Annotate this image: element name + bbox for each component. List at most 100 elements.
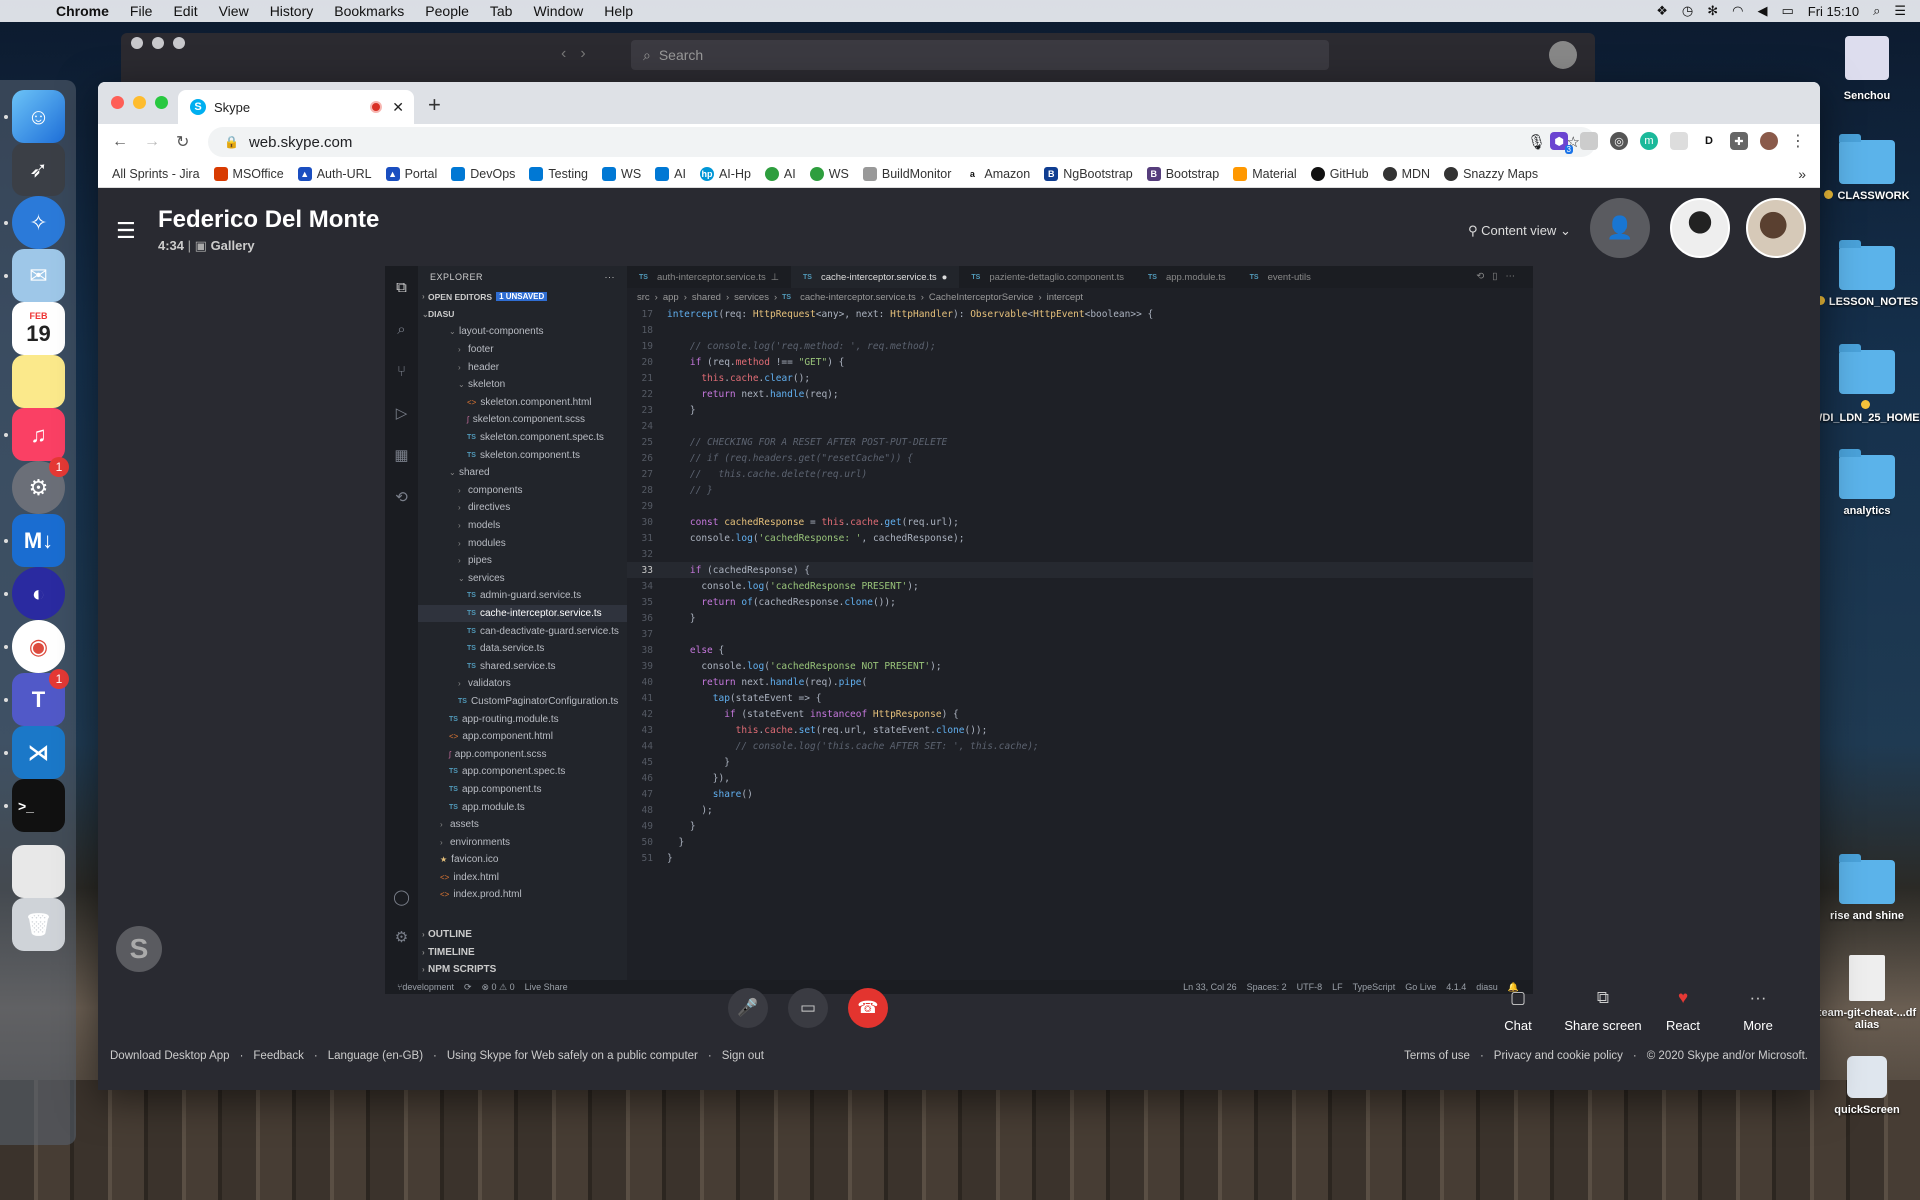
- debug-icon[interactable]: ▷: [385, 392, 418, 434]
- bookmark-ws[interactable]: WS: [602, 166, 641, 181]
- extension-icon[interactable]: [1670, 132, 1688, 150]
- file-tree-item[interactable]: TS skeleton.component.ts: [418, 446, 627, 464]
- menu-window[interactable]: Window: [533, 3, 583, 19]
- extension-icon[interactable]: m: [1640, 132, 1658, 150]
- desktop-folder-classwork[interactable]: CLASSWORK: [1812, 134, 1920, 202]
- chat-button[interactable]: ▢ Chat: [1493, 988, 1543, 1033]
- bookmark-bootstrap[interactable]: B Bootstrap: [1146, 166, 1219, 181]
- file-tree-item[interactable]: ★ favicon.ico: [418, 851, 627, 869]
- bookmark-amazon[interactable]: a Amazon: [965, 166, 1030, 181]
- file-tree-item[interactable]: ʃ app.component.scss: [418, 745, 627, 763]
- project-section[interactable]: ⌄ DIASU: [418, 306, 627, 324]
- bookmark-devops[interactable]: DevOps: [451, 166, 515, 181]
- file-tree-item[interactable]: <> skeleton.component.html: [418, 394, 627, 412]
- outline-section[interactable]: › OUTLINE: [418, 926, 627, 944]
- menu-history[interactable]: History: [270, 3, 314, 19]
- background-search-input[interactable]: ⌕ Search: [631, 40, 1329, 70]
- teams-icon[interactable]: T1: [12, 669, 69, 726]
- microphone-icon[interactable]: 🎙: [1527, 133, 1546, 151]
- bookmark-msoffice[interactable]: MSOffice: [213, 166, 284, 181]
- menu-help[interactable]: Help: [604, 3, 633, 19]
- search-icon[interactable]: ⌕: [385, 308, 418, 350]
- spotlight-icon[interactable]: ⌕: [1873, 3, 1880, 19]
- add-participant-button[interactable]: 👤: [1590, 198, 1650, 258]
- editor-tab[interactable]: TS app.module.ts: [1136, 266, 1238, 288]
- gear-icon[interactable]: ⚙: [385, 916, 418, 958]
- file-tree-item[interactable]: TS app-routing.module.ts: [418, 710, 627, 728]
- desktop-folder-analytics[interactable]: analytics: [1812, 449, 1920, 517]
- bluetooth-icon[interactable]: ✻: [1707, 3, 1718, 19]
- file-tree-item[interactable]: › header: [418, 358, 627, 376]
- file-tree-item[interactable]: TS app.component.ts: [418, 781, 627, 799]
- desktop-app-quickscreen[interactable]: quickScreen: [1812, 1056, 1920, 1116]
- more-bookmarks-icon[interactable]: »: [1798, 166, 1806, 182]
- menu-view[interactable]: View: [219, 3, 249, 19]
- file-tree-item[interactable]: ⌄ services: [418, 570, 627, 588]
- extension-icon[interactable]: [1580, 132, 1598, 150]
- launchpad-icon[interactable]: ➶: [12, 143, 65, 196]
- bookmark-jira[interactable]: All Sprints - Jira: [112, 167, 200, 181]
- participant-avatar[interactable]: [1746, 198, 1806, 258]
- menu-edit[interactable]: Edit: [173, 3, 197, 19]
- bookmark-github[interactable]: GitHub: [1310, 166, 1369, 181]
- profile-avatar[interactable]: [1760, 132, 1778, 150]
- documents-stack-icon[interactable]: [12, 845, 65, 898]
- vscode-icon[interactable]: ⋊: [12, 726, 65, 779]
- more-button[interactable]: ··· More: [1733, 988, 1783, 1033]
- file-tree-item[interactable]: <> app.component.html: [418, 728, 627, 746]
- file-tree-item[interactable]: › components: [418, 482, 627, 500]
- close-icon[interactable]: ✕: [392, 99, 404, 115]
- kebab-menu-icon[interactable]: ⋮: [1790, 131, 1806, 151]
- bookmark-ws-2[interactable]: WS: [809, 166, 849, 181]
- file-tree-item[interactable]: › environments: [418, 833, 627, 851]
- bookmark-testing[interactable]: Testing: [529, 166, 588, 181]
- source-control-icon[interactable]: ⑂: [385, 350, 418, 392]
- minimize-window-button[interactable]: [133, 96, 146, 109]
- notes-icon[interactable]: [12, 355, 65, 408]
- desktop-icon-senchou[interactable]: Senchou: [1812, 36, 1920, 102]
- dropbox-icon[interactable]: ❖: [1656, 3, 1668, 19]
- menubar-app-name[interactable]: Chrome: [56, 3, 109, 19]
- file-tree-item[interactable]: ⌄ layout-components: [418, 323, 627, 341]
- safari-icon[interactable]: ✧: [12, 196, 65, 249]
- code-editor[interactable]: 17 intercept (req: HttpRequest <any>, next:…: [627, 306, 1533, 980]
- video-off-button[interactable]: ▭: [788, 988, 828, 1028]
- open-editors-section[interactable]: › OPEN EDITORS 1 UNSAVED: [418, 288, 627, 306]
- bookmark-ai-2[interactable]: AI: [764, 166, 796, 181]
- time-machine-icon[interactable]: ◷: [1682, 3, 1693, 19]
- bookmark-buildmonitor[interactable]: BuildMonitor: [862, 166, 951, 181]
- system-preferences-icon[interactable]: ⚙ 1: [12, 457, 69, 514]
- bookmark-ai[interactable]: AI: [655, 166, 686, 181]
- menu-bookmarks[interactable]: Bookmarks: [334, 3, 404, 19]
- desktop-folder-lesson-notes[interactable]: LESSON_NOTES: [1812, 240, 1920, 308]
- nav-arrows-icon[interactable]: ‹›: [561, 45, 600, 63]
- file-tree-item[interactable]: TS can-deactivate-guard.service.ts: [418, 622, 627, 640]
- markdown-icon[interactable]: M↓: [12, 514, 65, 567]
- view-mode[interactable]: Gallery: [211, 238, 255, 253]
- bookmark-snazzy-maps[interactable]: Snazzy Maps: [1444, 166, 1538, 181]
- menubar-clock[interactable]: Fri 15:10: [1808, 4, 1859, 19]
- bookmark-ai-hp[interactable]: hp AI-Hp: [699, 166, 751, 181]
- file-tree-item[interactable]: TS cache-interceptor.service.ts: [418, 604, 627, 623]
- file-tree-item[interactable]: ⌄ shared: [418, 464, 627, 482]
- extensions-icon[interactable]: ▦: [385, 434, 418, 476]
- back-icon[interactable]: ←: [112, 133, 128, 151]
- trash-icon[interactable]: 🗑: [12, 898, 65, 951]
- extension-icon[interactable]: D: [1700, 132, 1718, 150]
- reload-icon[interactable]: ↻: [176, 132, 189, 152]
- forward-icon[interactable]: →: [144, 133, 160, 151]
- files-icon[interactable]: ⧉: [385, 266, 418, 308]
- account-icon[interactable]: ◯: [385, 876, 418, 918]
- file-tree-item[interactable]: TS admin-guard.service.ts: [418, 587, 627, 605]
- new-tab-button[interactable]: +: [428, 92, 441, 118]
- extension-icon[interactable]: ⬢ 3: [1550, 132, 1573, 154]
- window-min-dot[interactable]: [152, 37, 164, 49]
- tab-skype[interactable]: S Skype ✕: [178, 90, 414, 124]
- menu-tab[interactable]: Tab: [490, 3, 513, 19]
- editor-tab-active[interactable]: TS cache-interceptor.service.ts ●: [791, 266, 960, 288]
- file-tree-item[interactable]: <> index.prod.html: [418, 886, 627, 904]
- file-tree-item[interactable]: ⌄ skeleton: [418, 376, 627, 394]
- file-tree-item[interactable]: › validators: [418, 675, 627, 693]
- file-tree-item[interactable]: › directives: [418, 499, 627, 517]
- more-icon[interactable]: ···: [605, 272, 616, 282]
